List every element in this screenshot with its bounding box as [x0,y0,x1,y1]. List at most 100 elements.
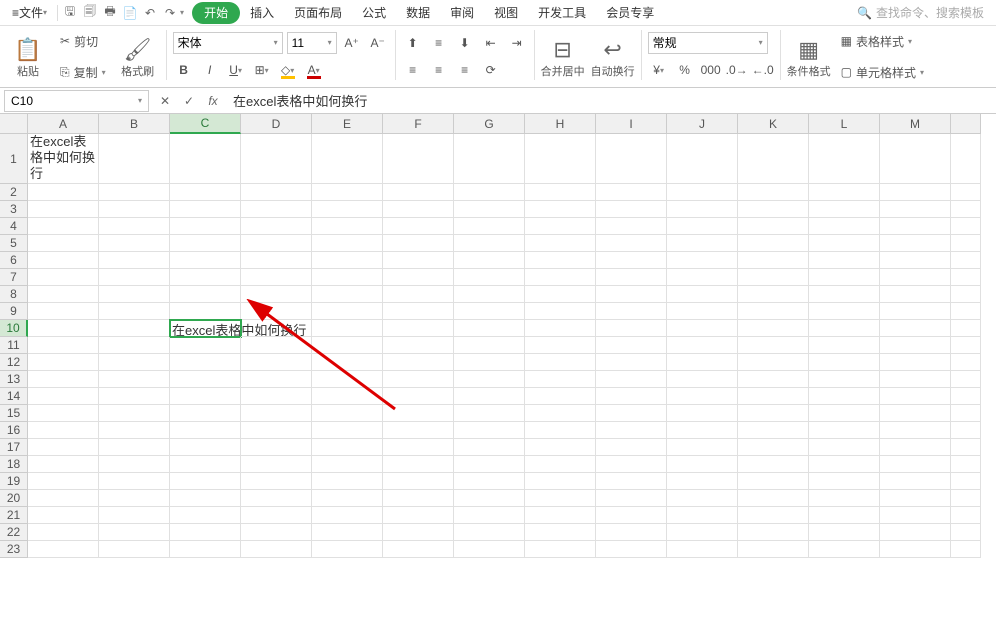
cell[interactable] [667,473,738,490]
cell[interactable] [738,201,809,218]
cell[interactable] [667,422,738,439]
cell[interactable] [880,405,951,422]
cell[interactable] [880,473,951,490]
cell[interactable] [28,218,99,235]
row-header[interactable]: 5 [0,235,28,252]
cell[interactable] [454,524,525,541]
cell[interactable] [951,507,981,524]
cell[interactable] [170,371,241,388]
cell[interactable] [99,490,170,507]
cell[interactable] [667,235,738,252]
cell[interactable] [667,405,738,422]
cell[interactable] [596,134,667,184]
cell[interactable] [28,269,99,286]
cell[interactable] [880,524,951,541]
row-header[interactable]: 7 [0,269,28,286]
cell[interactable] [667,337,738,354]
cell[interactable] [312,235,383,252]
redo-icon[interactable]: ↷ [160,3,180,23]
cell[interactable] [809,473,880,490]
cell[interactable] [241,490,312,507]
cell[interactable] [525,439,596,456]
cell[interactable] [667,490,738,507]
cell[interactable] [880,388,951,405]
undo-icon[interactable]: ↶ [140,3,160,23]
cell[interactable] [951,337,981,354]
cell[interactable] [596,337,667,354]
cell[interactable] [28,235,99,252]
cell[interactable] [28,405,99,422]
cell[interactable] [880,490,951,507]
cell[interactable] [738,252,809,269]
cell[interactable] [99,422,170,439]
cell[interactable] [99,524,170,541]
cell[interactable] [99,235,170,252]
cell[interactable] [241,218,312,235]
cell[interactable] [454,269,525,286]
cell[interactable] [738,541,809,558]
cell[interactable] [667,354,738,371]
cell[interactable] [809,490,880,507]
cell[interactable] [312,134,383,184]
cell[interactable] [241,422,312,439]
column-header[interactable]: B [99,114,170,134]
cell[interactable] [383,405,454,422]
cell[interactable] [99,507,170,524]
cell[interactable] [241,286,312,303]
cell[interactable] [454,354,525,371]
cell[interactable] [241,456,312,473]
cell[interactable] [28,473,99,490]
indent-decrease-icon[interactable]: ⇤ [480,32,502,54]
cell[interactable] [383,354,454,371]
cell[interactable] [738,134,809,184]
underline-button[interactable]: U▾ [225,59,247,81]
cell[interactable] [596,473,667,490]
cell[interactable] [312,371,383,388]
cell[interactable] [738,439,809,456]
cell[interactable] [28,320,99,337]
cell[interactable] [454,439,525,456]
cell[interactable] [312,541,383,558]
cell[interactable] [170,269,241,286]
align-center-icon[interactable]: ≡ [428,59,450,81]
cell[interactable] [951,303,981,320]
orientation-icon[interactable]: ⟳ [480,59,502,81]
cell[interactable] [170,303,241,320]
cell[interactable] [28,286,99,303]
cell[interactable] [809,422,880,439]
cell[interactable] [170,456,241,473]
cell[interactable] [809,269,880,286]
cell[interactable] [28,388,99,405]
cell[interactable] [28,456,99,473]
cell[interactable] [28,524,99,541]
tab-member[interactable]: 会员专享 [596,0,664,26]
cell[interactable] [383,235,454,252]
font-size-select[interactable]: 11▾ [287,32,337,54]
cell[interactable] [28,184,99,201]
cell[interactable] [454,134,525,184]
cell[interactable] [596,439,667,456]
cell[interactable] [738,235,809,252]
cell[interactable]: 在excel表格中如何换行 [28,134,99,184]
cell[interactable] [383,388,454,405]
cell[interactable] [170,473,241,490]
row-header[interactable]: 14 [0,388,28,405]
cell[interactable] [596,303,667,320]
cell[interactable] [241,320,312,337]
cell[interactable] [525,541,596,558]
select-all-corner[interactable] [0,114,28,134]
cell[interactable] [383,337,454,354]
cell[interactable] [312,337,383,354]
column-header[interactable]: H [525,114,596,134]
cell[interactable] [596,422,667,439]
cell[interactable] [312,269,383,286]
cell[interactable] [383,456,454,473]
cell[interactable] [241,371,312,388]
column-header[interactable]: L [809,114,880,134]
cell[interactable] [312,439,383,456]
cell[interactable] [880,541,951,558]
cell[interactable] [383,422,454,439]
cell[interactable] [738,456,809,473]
cell[interactable] [170,541,241,558]
cell[interactable] [880,439,951,456]
